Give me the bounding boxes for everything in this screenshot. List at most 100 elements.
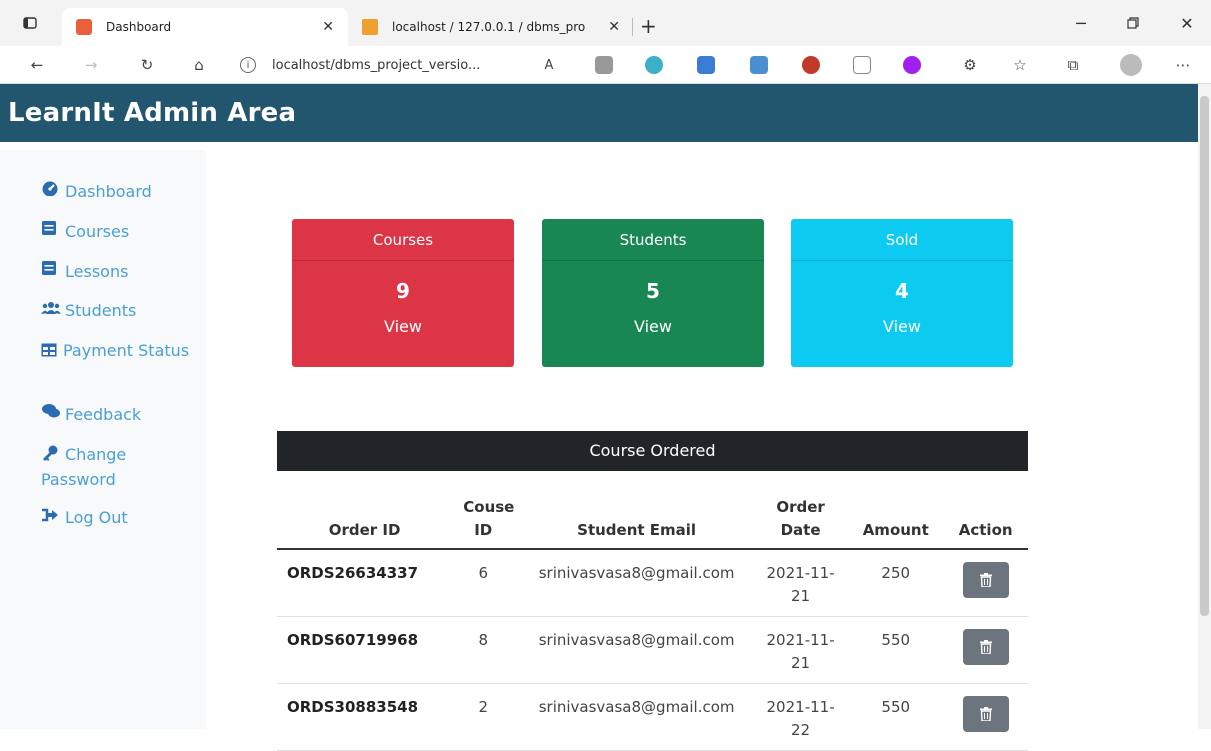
sidebar-item-change-password[interactable]: Change Password <box>41 443 191 492</box>
collections-icon[interactable]: ⧉ <box>1058 46 1088 84</box>
card-view-link[interactable]: View <box>791 317 1013 336</box>
refresh-icon[interactable]: ↻ <box>132 46 162 84</box>
mail-icon[interactable] <box>853 56 871 74</box>
amount-cell: 550 <box>848 683 944 751</box>
amount-cell: 550 <box>848 616 944 684</box>
tab-title: localhost / 127.0.0.1 / dbms_pro <box>392 20 586 34</box>
trash-icon <box>979 640 992 654</box>
card-view-link[interactable]: View <box>542 317 764 336</box>
order-id-cell: ORDS30883548 <box>277 683 447 751</box>
date-cell: 2021-11-22 <box>752 683 849 751</box>
payment-status-label: Payment Status <box>63 341 190 360</box>
profile-avatar[interactable] <box>1120 54 1142 76</box>
col-student-email: Student Email <box>520 490 753 550</box>
delete-button[interactable] <box>962 696 1009 732</box>
extension-icon[interactable] <box>903 56 921 74</box>
extension-icon[interactable] <box>750 56 768 74</box>
key-icon <box>41 444 59 468</box>
tab-dashboard[interactable]: Dashboard ✕ <box>62 8 348 46</box>
site-info-icon[interactable]: i <box>240 57 256 73</box>
close-tab-icon[interactable]: ✕ <box>322 19 334 35</box>
tab-title: Dashboard <box>106 20 172 34</box>
app-header: LearnIt Admin Area <box>0 84 1198 142</box>
browser-tab-bar: Dashboard ✕ localhost / 127.0.0.1 / dbms… <box>0 0 1211 46</box>
sidebar-item-label: Feedback <box>65 405 142 424</box>
card-value: 9 <box>396 279 410 303</box>
tab-favicon-icon <box>76 19 92 35</box>
action-cell <box>943 616 1028 684</box>
table-header-row: Order ID Couse ID Student Email Order Da… <box>277 490 1028 550</box>
course-ordered-title: Course Ordered <box>277 431 1028 471</box>
col-course-id-label: Couse ID <box>463 498 515 539</box>
book-icon <box>41 220 59 244</box>
email-cell: srinivasvasa8@gmail.com <box>520 683 753 751</box>
sidebar-item-courses[interactable]: Courses <box>41 220 191 244</box>
students-card: Students 5 View <box>542 219 764 367</box>
sidebar-item-dashboard[interactable]: Dashboard <box>41 180 191 204</box>
tachometer-icon <box>41 180 59 204</box>
amount-cell: 250 <box>848 549 944 617</box>
order-id-cell: ORDS26634337 <box>277 549 447 617</box>
sidebar-item-label: Students <box>65 301 137 320</box>
table-row: ORDS26634337 6 srinivasvasa8@gmail.com 2… <box>277 549 1028 617</box>
forward-icon[interactable]: → <box>76 46 106 84</box>
settings-menu-icon[interactable]: ⋯ <box>1168 46 1198 84</box>
tab-phpmyadmin[interactable]: localhost / 127.0.0.1 / dbms_pro ✕ <box>352 8 630 46</box>
card-view-link[interactable]: View <box>292 317 514 336</box>
course-id-cell: 8 <box>446 616 521 684</box>
email-cell: srinivasvasa8@gmail.com <box>520 616 753 684</box>
new-tab-icon[interactable]: + <box>640 14 657 38</box>
close-window-icon[interactable]: ✕ <box>1162 0 1211 46</box>
sidebar-item-lessons[interactable]: Lessons <box>41 260 191 284</box>
trash-icon <box>979 573 992 587</box>
action-cell <box>943 549 1028 617</box>
minimize-icon[interactable]: ─ <box>1056 0 1106 46</box>
action-cell <box>943 683 1028 751</box>
users-icon <box>41 299 61 323</box>
courses-card: Courses 9 View <box>292 219 514 367</box>
sidebar-item-label: Lessons <box>65 262 129 281</box>
extension-icon[interactable] <box>697 56 715 74</box>
card-value: 4 <box>895 279 909 303</box>
orders-table: Order ID Couse ID Student Email Order Da… <box>277 490 1028 751</box>
sidebar-item-log-out[interactable]: Log Out <box>41 506 191 530</box>
close-tab-icon[interactable]: ✕ <box>608 19 620 35</box>
address-text: localhost/dbms_project_versio... <box>272 57 481 73</box>
restore-icon[interactable] <box>1108 0 1158 46</box>
table-row: ORDS30883548 2 srinivasvasa8@gmail.com 2… <box>277 683 1028 751</box>
back-icon[interactable]: ← <box>22 46 52 84</box>
date-text: 2021-11-22 <box>766 698 835 739</box>
sidebar-item-payment-status[interactable]: Payment Status <box>41 339 191 364</box>
favorites-icon[interactable]: ☆ <box>1005 46 1035 84</box>
date-text: 2021-11-21 <box>766 631 835 672</box>
delete-button[interactable] <box>962 562 1009 598</box>
sidebar-item-label: Courses <box>65 222 130 241</box>
sign-out-icon <box>41 506 59 530</box>
date-text: 2021-11-21 <box>766 564 835 605</box>
extension-icon[interactable] <box>595 56 613 74</box>
sidebar-item-students[interactable]: Students <box>41 299 191 323</box>
tab-separator <box>632 18 633 36</box>
address-bar[interactable]: i localhost/dbms_project_versio... <box>240 52 570 78</box>
extension-icon[interactable] <box>802 56 820 74</box>
order-id-cell: ORDS60719968 <box>277 616 447 684</box>
extensions-icon[interactable]: ⚙ <box>955 46 985 84</box>
browser-nav-bar: ← → ↻ ⌂ i localhost/dbms_project_versio.… <box>0 46 1211 84</box>
read-aloud-icon[interactable]: A <box>534 46 564 84</box>
col-action: Action <box>943 490 1028 550</box>
tab-actions-icon[interactable] <box>10 0 50 46</box>
delete-button[interactable] <box>962 629 1009 665</box>
date-cell: 2021-11-21 <box>752 549 849 617</box>
extension-icon[interactable] <box>645 56 663 74</box>
scrollbar-thumb[interactable] <box>1200 96 1209 616</box>
tab-favicon-icon <box>362 19 378 35</box>
brand-title: LearnIt Admin Area <box>8 98 297 128</box>
table-row: ORDS60719968 8 srinivasvasa8@gmail.com 2… <box>277 616 1028 684</box>
card-title: Courses <box>292 219 514 261</box>
card-value: 5 <box>646 279 660 303</box>
email-cell: srinivasvasa8@gmail.com <box>520 549 753 617</box>
home-icon[interactable]: ⌂ <box>184 46 214 84</box>
sidebar-item-feedback[interactable]: Feedback <box>41 403 191 427</box>
sold-card: Sold 4 View <box>791 219 1013 367</box>
book-icon <box>41 260 59 284</box>
